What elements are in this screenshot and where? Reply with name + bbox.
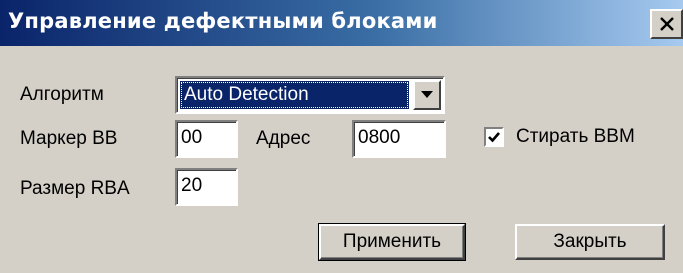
bb-marker-value: 00 — [181, 127, 203, 148]
close-icon — [660, 17, 674, 31]
dialog-window: Управление дефектными блоками Алгоритм A… — [0, 0, 683, 273]
bb-marker-label: Маркер BB — [20, 128, 118, 149]
checkmark-icon — [488, 132, 500, 143]
close-window-button[interactable] — [650, 9, 683, 39]
title-bar[interactable]: Управление дефектными блоками — [0, 0, 683, 46]
algorithm-selected-value: Auto Detection — [180, 81, 409, 109]
rba-size-label: Размер RBA — [20, 178, 130, 199]
algorithm-select[interactable]: Auto Detection — [175, 76, 445, 114]
bb-marker-input[interactable]: 00 — [175, 120, 238, 158]
erase-bbm-checkbox[interactable] — [484, 127, 504, 147]
address-label: Адрес — [256, 128, 311, 149]
erase-bbm-label[interactable]: Стирать BBM — [516, 126, 635, 148]
rba-size-input[interactable]: 20 — [175, 168, 238, 206]
rba-size-value: 20 — [181, 175, 203, 196]
algorithm-label: Алгоритм — [20, 84, 104, 105]
chevron-down-icon — [421, 91, 433, 98]
address-value: 0800 — [358, 127, 401, 148]
close-button[interactable]: Закрыть — [515, 224, 665, 260]
address-input[interactable]: 0800 — [352, 120, 446, 158]
window-title: Управление дефектными блоками — [8, 9, 438, 33]
algorithm-dropdown-button[interactable] — [413, 80, 441, 110]
apply-button[interactable]: Применить — [318, 223, 466, 261]
